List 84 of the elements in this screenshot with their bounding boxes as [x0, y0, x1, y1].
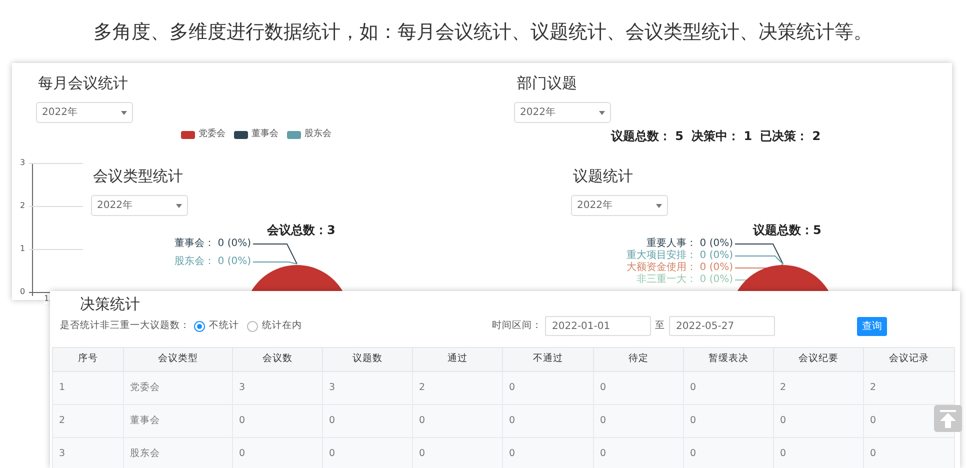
table-cell: 2	[864, 372, 954, 404]
table-cell: 0	[502, 404, 594, 438]
table-cell: 党委会	[124, 372, 232, 404]
table-cell: 0	[322, 438, 412, 468]
axis-tick-label: 1	[20, 244, 26, 254]
table-cell: 0	[684, 372, 774, 404]
table-cell: 0	[412, 404, 502, 438]
table-cell: 1	[52, 372, 124, 404]
chart-total: 议题总数：5	[753, 222, 822, 239]
panel-title: 决策统计	[80, 294, 141, 314]
page-heading: 多角度、多维度进行数据统计，如：每月会议统计、议题统计、会议类型统计、决策统计等。	[92, 20, 874, 45]
table-cell: 2	[774, 372, 864, 404]
axis-tick-label: 1	[44, 294, 50, 304]
legend-label: 股东会	[304, 128, 332, 141]
table-cell: 3	[52, 438, 124, 468]
table-cell: 0	[232, 438, 322, 468]
radio-button[interactable]	[247, 320, 258, 332]
panel-title: 会议类型统计	[93, 166, 183, 186]
table-cell: 0	[502, 372, 594, 404]
column-header: 序号	[52, 348, 124, 372]
axis-tick-label: 0	[20, 287, 26, 297]
range-separator: 至	[655, 318, 665, 333]
year-select[interactable]: 2022年	[91, 195, 188, 216]
table-cell: 2	[412, 372, 502, 404]
query-button[interactable]: 查询	[857, 316, 887, 336]
table-cell: 3	[232, 372, 322, 404]
column-header: 暂缓表决	[684, 348, 774, 372]
radio-label: 统计在内	[262, 318, 302, 333]
year-select[interactable]: 2022年	[36, 102, 133, 123]
slice-label: 重要人事： 0 (0%)	[646, 238, 733, 250]
chart-total: 会议总数：3	[267, 222, 336, 239]
slice-label: 非三重一大： 0 (0%)	[636, 274, 733, 286]
filter-label: 是否统计非三重一大议题数：	[60, 318, 190, 333]
table-cell: 0	[502, 438, 594, 468]
slice-label: 大额资金使用： 0 (0%)	[626, 262, 733, 274]
column-header: 会议记录	[864, 348, 954, 372]
year-select[interactable]: 2022年	[514, 102, 611, 123]
caret-icon	[121, 110, 127, 114]
radio-label: 不统计	[209, 318, 239, 333]
range-label: 时间区间：	[492, 318, 542, 333]
caret-icon	[656, 204, 662, 208]
table-cell: 0	[684, 404, 774, 438]
panel-title: 每月会议统计	[38, 73, 129, 93]
table-cell: 股东会	[124, 438, 232, 468]
column-header: 不通过	[502, 348, 594, 372]
column-header: 会议类型	[124, 348, 232, 372]
table-cell: 3	[322, 372, 412, 404]
caret-icon	[176, 204, 182, 208]
table-cell: 0	[594, 438, 684, 468]
slice-label: 董事会： 0 (0%)	[174, 238, 251, 250]
axis-tick-label: 3	[20, 158, 26, 168]
caret-icon	[599, 110, 605, 114]
date-field[interactable]: 2022-01-01	[545, 316, 651, 336]
table-cell: 0	[322, 404, 412, 438]
table-cell: 0	[232, 404, 322, 438]
radio-button[interactable]	[194, 320, 205, 332]
table-cell: 2	[52, 404, 124, 438]
column-header: 会议数	[232, 348, 322, 372]
axis-tick-label: 2	[20, 201, 26, 211]
column-header: 待定	[594, 348, 684, 372]
column-header: 会议纪要	[774, 348, 864, 372]
table-cell: 0	[684, 438, 774, 468]
table-cell: 0	[774, 404, 864, 438]
summary-stat: 已决策： 2	[760, 128, 821, 145]
slice-label: 重大项目安排： 0 (0%)	[626, 250, 733, 262]
table-cell: 0	[594, 372, 684, 404]
legend-label: 党委会	[198, 128, 226, 141]
table-cell: 0	[412, 438, 502, 468]
table-cell: 0	[864, 438, 954, 468]
panel-title: 部门议题	[517, 73, 578, 93]
slice-label: 股东会： 0 (0%)	[174, 256, 251, 268]
panel-title: 议题统计	[573, 166, 633, 186]
column-header: 议题数	[322, 348, 412, 372]
table-cell: 0	[774, 438, 864, 468]
date-field[interactable]: 2022-05-27	[669, 316, 775, 336]
back-to-top-button[interactable]	[934, 405, 962, 432]
summary-stat: 议题总数： 5	[611, 128, 684, 145]
year-select[interactable]: 2022年	[571, 195, 668, 216]
up-arrow-icon	[940, 410, 956, 428]
table-cell: 0	[594, 404, 684, 438]
table-cell: 董事会	[124, 404, 232, 438]
legend-label: 董事会	[252, 128, 278, 141]
column-header: 通过	[412, 348, 502, 372]
summary-stat: 决策中： 1	[692, 128, 752, 145]
